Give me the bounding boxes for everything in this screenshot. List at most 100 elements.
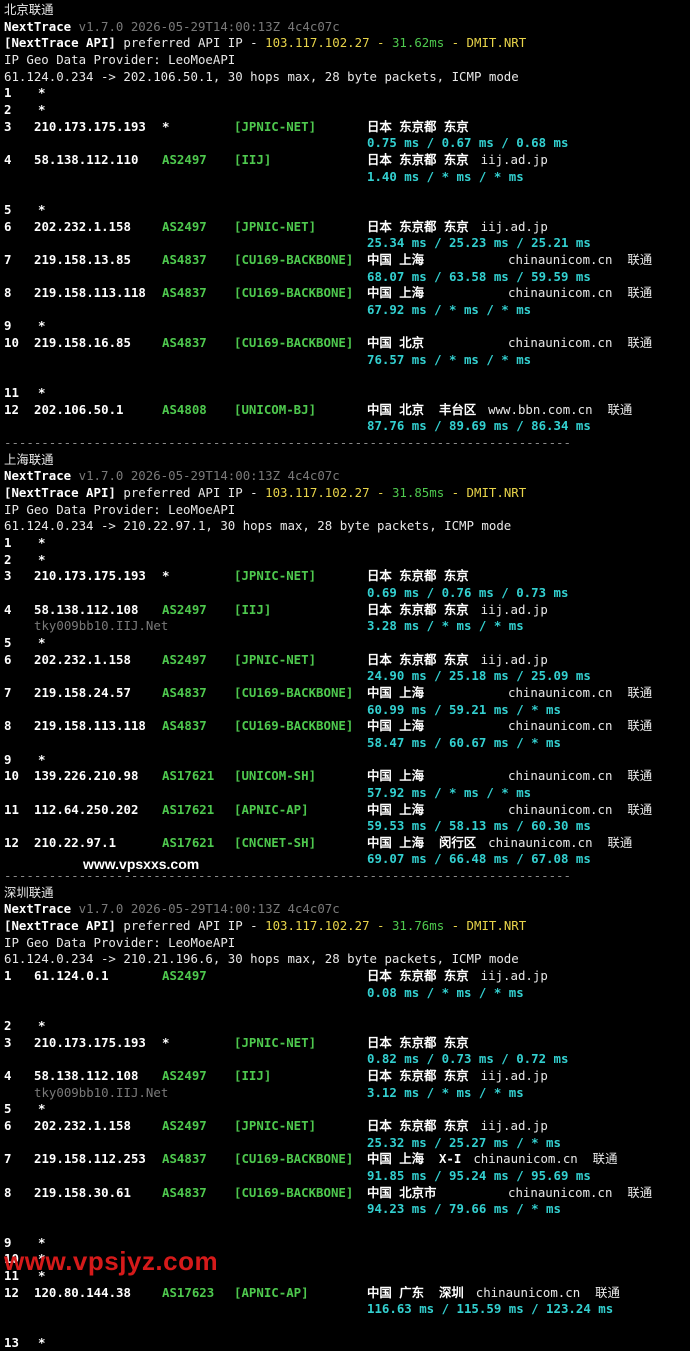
- hop-times: 76.57 ms / * ms / * ms: [0, 352, 690, 369]
- section-title: 上海联通: [4, 452, 54, 469]
- blank: [0, 1218, 690, 1235]
- hop-domain: chinaunicom.cn 联通: [488, 835, 632, 852]
- hop-number: 12: [4, 1285, 19, 1302]
- hop-row: 7219.158.112.253AS4837[CU169-BACKBONE]中国…: [0, 1151, 690, 1168]
- hop-latency: 25.34 ms / 25.23 ms / 25.21 ms: [367, 235, 591, 252]
- route-text: 61.124.0.234 -> 210.21.196.6, 30 hops ma…: [4, 951, 519, 968]
- hop-row: 13 *: [0, 1335, 690, 1351]
- hop-domain: chinaunicom.cn 联通: [508, 802, 652, 819]
- hop-latency: 3.28 ms / * ms / * ms: [367, 618, 524, 635]
- hop-times: 57.92 ms / * ms / * ms: [0, 785, 690, 802]
- hop-latency: 60.99 ms / 59.21 ms / * ms: [367, 702, 561, 719]
- route-text: 61.124.0.234 -> 202.106.50.1, 30 hops ma…: [4, 69, 519, 86]
- hop-domain: www.bbn.com.cn 联通: [488, 402, 632, 419]
- api-pop: DMIT.NRT: [467, 918, 527, 933]
- hop-asn: AS4837: [162, 685, 207, 702]
- hop-latency: 87.76 ms / 89.69 ms / 86.34 ms: [367, 418, 591, 435]
- hop-number: 4: [4, 152, 11, 169]
- hop-latency: 3.12 ms / * ms / * ms: [367, 1085, 524, 1102]
- hop-asn: AS2497: [162, 602, 207, 619]
- hop-row: 1*: [0, 535, 690, 552]
- hop-number: 7: [4, 252, 11, 269]
- hop-row: 6202.232.1.158AS2497[JPNIC-NET]日本 东京都 东京…: [0, 652, 690, 669]
- hop-ip: 219.158.13.85: [34, 252, 131, 269]
- hop-ip: *: [38, 752, 45, 769]
- nexttrace-version: NextTrace v1.7.0 2026-05-29T14:00:13Z 4c…: [0, 468, 690, 485]
- hop-asn: AS4837: [162, 1151, 207, 1168]
- hop-ip: *: [38, 1335, 45, 1351]
- hop-row: 10139.226.210.98AS17621[UNICOM-SH]中国 上海c…: [0, 768, 690, 785]
- hop-asn: AS2497: [162, 968, 207, 985]
- blank: [0, 1318, 690, 1335]
- hop-latency: 94.23 ms / 79.66 ms / * ms: [367, 1201, 561, 1218]
- hop-asn: AS4837: [162, 252, 207, 269]
- hop-asn: *: [162, 119, 169, 136]
- hop-row: 6202.232.1.158AS2497[JPNIC-NET]日本 东京都 东京…: [0, 219, 690, 236]
- hop-rdns: tky009bb10.IIJ.Net: [34, 1085, 168, 1102]
- hop-latency: 25.32 ms / 25.27 ms / * ms: [367, 1135, 561, 1152]
- hop-number: 8: [4, 1185, 11, 1202]
- hop-netname: [JPNIC-NET]: [234, 1118, 316, 1135]
- hop-ip: 219.158.16.85: [34, 335, 131, 352]
- hop-netname: [UNICOM-SH]: [234, 768, 316, 785]
- hop-geo: 日本 东京都 东京: [367, 968, 469, 985]
- hop-row: 7219.158.13.85AS4837[CU169-BACKBONE]中国 上…: [0, 252, 690, 269]
- hop-row: 8219.158.30.61AS4837[CU169-BACKBONE]中国 北…: [0, 1185, 690, 1202]
- blank: [0, 368, 690, 385]
- hop-ip: 120.80.144.38: [34, 1285, 131, 1302]
- hop-row: 8219.158.113.118AS4837[CU169-BACKBONE]中国…: [0, 718, 690, 735]
- hop-times: 24.90 ms / 25.18 ms / 25.09 ms: [0, 668, 690, 685]
- hop-asn: AS2497: [162, 152, 207, 169]
- hop-row: 6202.232.1.158AS2497[JPNIC-NET]日本 东京都 东京…: [0, 1118, 690, 1135]
- hop-netname: [JPNIC-NET]: [234, 652, 316, 669]
- hop-domain: chinaunicom.cn 联通: [508, 1185, 652, 1202]
- hop-netname: [CNCNET-SH]: [234, 835, 316, 852]
- api-line: [NextTrace API] preferred API IP - 103.1…: [0, 918, 690, 935]
- hop-asn: AS2497: [162, 1118, 207, 1135]
- hop-ip: *: [38, 1101, 45, 1118]
- geo-provider-text: IP Geo Data Provider: LeoMoeAPI: [4, 502, 235, 519]
- hop-latency: 116.63 ms / 115.59 ms / 123.24 ms: [367, 1301, 613, 1318]
- hop-number: 5: [4, 635, 11, 652]
- hop-times: 68.07 ms / 63.58 ms / 59.59 ms: [0, 269, 690, 286]
- hop-asn: AS17621: [162, 768, 214, 785]
- hop-netname: [IIJ]: [234, 152, 271, 169]
- hop-geo: 日本 东京都 东京: [367, 568, 469, 585]
- hop-netname: [JPNIC-NET]: [234, 1035, 316, 1052]
- hop-asn: AS4837: [162, 1185, 207, 1202]
- hop-asn: AS2497: [162, 219, 207, 236]
- hop-asn: AS2497: [162, 1068, 207, 1085]
- version-text: v1.7.0 2026-05-29T14:00:13Z 4c4c07c: [79, 901, 340, 916]
- hop-geo: 日本 东京都 东京: [367, 652, 469, 669]
- hop-geo: 中国 上海 X-I: [367, 1151, 461, 1168]
- hop-ip: *: [38, 635, 45, 652]
- hop-geo: 中国 上海: [367, 685, 424, 702]
- hop-row: 5*: [0, 1101, 690, 1118]
- hop-row: 2*: [0, 552, 690, 569]
- hop-ip: *: [38, 552, 45, 569]
- section-separator: ----------------------------------------…: [4, 435, 571, 452]
- hop-row: 10219.158.16.85AS4837[CU169-BACKBONE]中国 …: [0, 335, 690, 352]
- hop-number: 5: [4, 202, 11, 219]
- hop-netname: [APNIC-AP]: [234, 1285, 309, 1302]
- section-label: 北京联通: [0, 2, 690, 19]
- hop-geo: 中国 上海: [367, 768, 424, 785]
- hop-times: 25.32 ms / 25.27 ms / * ms: [0, 1135, 690, 1152]
- hop-ip: *: [38, 85, 45, 102]
- hop-number: 2: [4, 102, 11, 119]
- watermark-bottom: www.vpsjyz.com: [4, 1246, 218, 1277]
- hop-ip: *: [38, 385, 45, 402]
- hop-row: 1*: [0, 85, 690, 102]
- hop-row: 12120.80.144.38AS17623[APNIC-AP]中国 广东 深圳…: [0, 1285, 690, 1302]
- hop-row: 161.124.0.1AS2497日本 东京都 东京iij.ad.jp: [0, 968, 690, 985]
- hop-ip: 219.158.113.118: [34, 285, 146, 302]
- hop-ip: 219.158.30.61: [34, 1185, 131, 1202]
- hop-geo: 中国 广东 深圳: [367, 1285, 464, 1302]
- hop-row: 11*: [0, 385, 690, 402]
- hop-domain: iij.ad.jp: [481, 1118, 548, 1135]
- hop-number: 4: [4, 602, 11, 619]
- hop-ip: 202.232.1.158: [34, 652, 131, 669]
- hop-number: 13: [4, 1335, 19, 1351]
- api-latency: 31.62ms: [392, 35, 444, 50]
- hop-ip: *: [38, 1018, 45, 1035]
